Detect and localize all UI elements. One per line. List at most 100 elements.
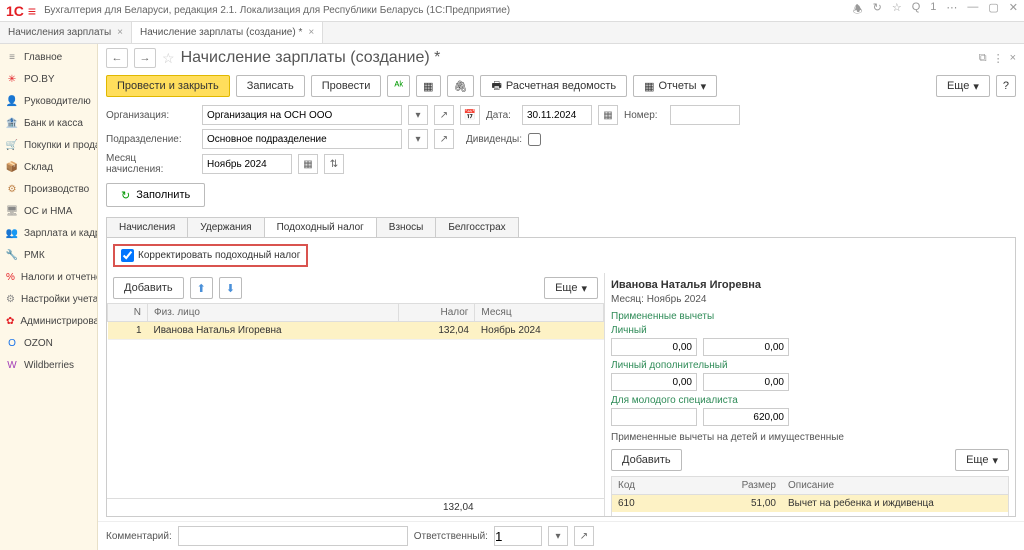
form-layout-button[interactable]: ▦ — [416, 75, 440, 97]
month-stepper-icon[interactable]: ⇅ — [324, 154, 344, 174]
main-toolbar: Провести и закрыть Записать Провести ᴬᵏ … — [98, 72, 1024, 103]
detail-tab[interactable]: Начисления — [106, 217, 188, 237]
detail-tabs: НачисленияУдержанияПодоходный налогВзнос… — [106, 217, 1016, 237]
post-and-close-button[interactable]: Провести и закрыть — [106, 75, 230, 97]
bell-icon[interactable]: 🕭 — [853, 1, 863, 20]
search-icon[interactable]: Q — [912, 1, 921, 20]
sidebar-item[interactable]: ≡Главное — [0, 46, 97, 68]
number-input[interactable] — [670, 105, 740, 125]
open-icon[interactable]: ↗ — [434, 129, 454, 149]
left-more-button[interactable]: Еще▾ — [544, 277, 598, 299]
comment-label: Комментарий: — [106, 531, 172, 542]
dropdown-icon[interactable]: ▾ — [408, 129, 428, 149]
open-icon[interactable]: ↗ — [574, 526, 594, 546]
month-input[interactable] — [202, 154, 292, 174]
star-icon[interactable]: ☆ — [892, 1, 902, 20]
date-input[interactable] — [522, 105, 592, 125]
maximize-icon[interactable]: ▢ — [988, 1, 998, 20]
person-name: Иванова Наталья Игоревна — [611, 277, 1009, 293]
sidebar-item[interactable]: ✳PO.BY — [0, 68, 97, 90]
month-label: Месяц начисления: — [106, 153, 196, 175]
nav-back-button[interactable]: ← — [106, 48, 128, 68]
open-icon[interactable]: ↗ — [434, 105, 454, 125]
tab-close-icon[interactable]: × — [117, 27, 123, 38]
tax-table[interactable]: N Физ. лицо Налог Месяц 1Иванова Наталья… — [107, 303, 604, 498]
table-row[interactable]: 610 51,00 Вычет на ребенка и иждивенца — [612, 495, 1008, 513]
dropdown-icon[interactable]: ▾ — [548, 526, 568, 546]
post-button[interactable]: Провести — [311, 75, 382, 97]
history-icon[interactable]: ↻ — [873, 1, 882, 20]
move-down-button[interactable]: ⬇ — [219, 277, 242, 299]
month-picker-icon[interactable]: ▦ — [298, 154, 318, 174]
user-hint[interactable]: 1 — [930, 1, 936, 20]
open-new-window-icon[interactable]: ⧉ — [979, 52, 987, 65]
add-row-button[interactable]: Добавить — [113, 277, 184, 299]
table-row[interactable]: 1Иванова Наталья Игоревна132,04Ноябрь 20… — [108, 322, 604, 340]
sidebar-item[interactable]: WWildberries — [0, 354, 97, 376]
sidebar-icon: ≡ — [6, 51, 18, 63]
personal-a-input[interactable] — [611, 338, 697, 356]
sidebar-icon: ✳ — [6, 73, 18, 85]
sidebar-icon: 👥 — [6, 227, 18, 239]
comment-input[interactable] — [178, 526, 408, 546]
sidebar-item[interactable]: 🏦Банк и касса — [0, 112, 97, 134]
file-tab[interactable]: Начисления зарплаты × — [0, 22, 132, 43]
sidebar-item[interactable]: ✿Администрирование — [0, 310, 97, 332]
sidebar-item[interactable]: 📦Склад — [0, 156, 97, 178]
sidebar-item[interactable]: 👥Зарплата и кадры — [0, 222, 97, 244]
detail-tab[interactable]: Взносы — [376, 217, 437, 237]
save-button[interactable]: Записать — [236, 75, 305, 97]
move-up-button[interactable]: ⬆ — [190, 277, 213, 299]
calendar-icon[interactable]: 📅 — [460, 105, 480, 125]
dropdown-icon[interactable]: ▾ — [408, 105, 428, 125]
sidebar-item[interactable]: ⚙Производство — [0, 178, 97, 200]
dividends-label: Дивиденды: — [466, 134, 522, 145]
young-b-input[interactable] — [703, 408, 789, 426]
sidebar-item[interactable]: 🔧РМК — [0, 244, 97, 266]
minimize-icon[interactable]: — — [967, 1, 978, 20]
personal-add-b-input[interactable] — [703, 373, 789, 391]
personal-add-a-input[interactable] — [611, 373, 697, 391]
org-input[interactable] — [202, 105, 402, 125]
sidebar-icon: 🔧 — [6, 249, 18, 261]
page-title: Начисление зарплаты (создание) * — [181, 49, 441, 67]
close-icon[interactable]: ✕ — [1009, 1, 1018, 20]
reports-button[interactable]: ▦Отчеты▾ — [633, 75, 717, 97]
page-close-icon[interactable]: × — [1010, 52, 1016, 65]
sidebar-item[interactable]: OOZON — [0, 332, 97, 354]
young-a-input[interactable] — [611, 408, 697, 426]
sidebar-item[interactable]: 🛒Покупки и продажи — [0, 134, 97, 156]
menu-burger-icon[interactable]: ≡ — [28, 3, 36, 19]
favorite-icon[interactable]: ☆ — [162, 50, 175, 67]
resp-input[interactable] — [494, 526, 542, 546]
sidebar-item[interactable]: 👤Руководителю — [0, 90, 97, 112]
more-button[interactable]: Еще▾ — [936, 75, 990, 97]
detail-tab[interactable]: Подоходный налог — [264, 217, 377, 237]
sidebar-icon: ⚙ — [6, 183, 18, 195]
right-add-button[interactable]: Добавить — [611, 449, 682, 471]
detail-tab[interactable]: Белгосстрах — [435, 217, 518, 237]
file-tab[interactable]: Начисление зарплаты (создание) * × — [132, 22, 323, 43]
personal-b-input[interactable] — [703, 338, 789, 356]
help-button[interactable]: ? — [996, 75, 1016, 97]
sidebar-icon: ✿ — [6, 315, 14, 327]
detail-tab[interactable]: Удержания — [187, 217, 264, 237]
dividends-checkbox[interactable] — [528, 133, 541, 146]
org-label: Организация: — [106, 110, 196, 121]
payslip-button[interactable]: 🖶Расчетная ведомость — [480, 75, 627, 97]
fill-button[interactable]: ↻Заполнить — [106, 183, 205, 207]
kebab-icon[interactable]: ⋮ — [993, 52, 1004, 65]
options-icon[interactable]: ⋯ — [946, 1, 957, 20]
tab-close-icon[interactable]: × — [308, 27, 314, 38]
correct-tax-checkbox[interactable]: Корректировать подоходный налог — [113, 244, 308, 267]
date-picker-icon[interactable]: ▦ — [598, 105, 618, 125]
sidebar-item[interactable]: ⚙Настройки учета — [0, 288, 97, 310]
attach-button[interactable]: 🖇 — [447, 75, 475, 97]
sidebar-item[interactable]: %Налоги и отчетность — [0, 266, 97, 288]
sidebar-item[interactable]: 🖥ОС и НМА — [0, 200, 97, 222]
nav-forward-button[interactable]: → — [134, 48, 156, 68]
dt-kt-button[interactable]: ᴬᵏ — [387, 75, 410, 97]
dept-input[interactable] — [202, 129, 402, 149]
right-more-button[interactable]: Еще▾ — [955, 449, 1009, 471]
children-deductions-table[interactable]: Код Размер Описание 610 51,00 Вычет на р… — [611, 476, 1009, 516]
